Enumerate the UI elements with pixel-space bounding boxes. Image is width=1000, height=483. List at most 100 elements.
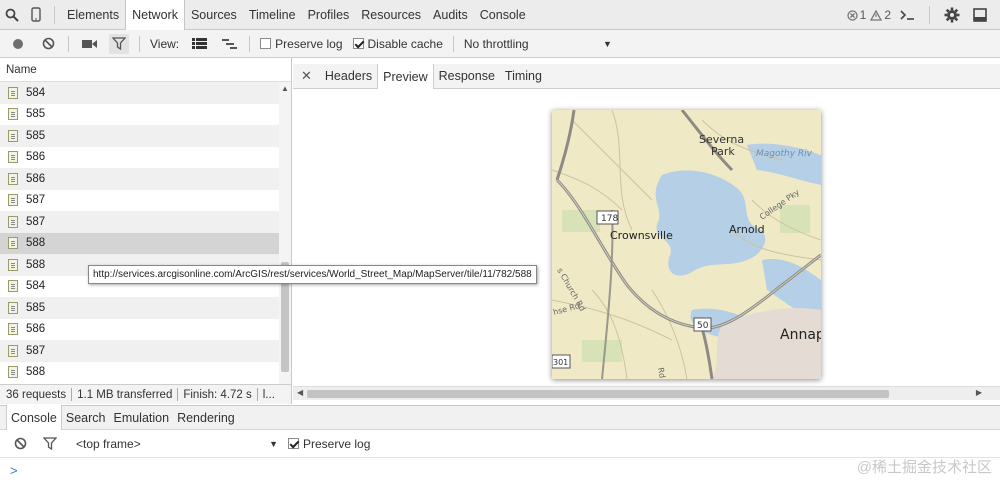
scrollbar-thumb[interactable]	[307, 390, 889, 398]
status-divider	[71, 388, 73, 401]
search-icon[interactable]	[0, 0, 24, 30]
status-divider	[177, 388, 179, 401]
tab-network[interactable]: Network	[125, 0, 185, 31]
top-right-controls: 1 2	[846, 0, 1000, 30]
preserve-log-label: Preserve log	[275, 36, 343, 51]
drawer-tab-emulation[interactable]: Emulation	[109, 405, 173, 430]
preserve-log-toggle[interactable]: Preserve log	[260, 36, 343, 51]
map-tile-preview: Severna Park Magothy Riv Crownsville Arn…	[552, 110, 821, 379]
image-file-icon	[8, 366, 18, 379]
tab-headers[interactable]: Headers	[320, 64, 377, 89]
map-tile-image: Severna Park Magothy Riv Crownsville Arn…	[552, 110, 821, 379]
close-icon[interactable]: ✕	[299, 68, 320, 84]
tab-profiles[interactable]: Profiles	[302, 0, 356, 30]
throttling-select[interactable]: No throttling ▼	[464, 37, 612, 51]
request-detail-tabs: ✕ Headers Preview Response Timing	[293, 63, 1000, 90]
frame-select[interactable]: <top frame> ▼	[76, 437, 278, 451]
prompt-chevron-icon: >	[10, 463, 18, 478]
request-name: 584	[26, 280, 46, 293]
toolbar-divider	[929, 6, 930, 24]
request-list-scrollbar[interactable]: ▲	[279, 82, 291, 384]
request-row[interactable]: 587	[0, 190, 291, 212]
overview-icon[interactable]	[219, 34, 239, 54]
request-row[interactable]: 586	[0, 147, 291, 169]
preview-horizontal-scrollbar[interactable]: ◀ ▶	[293, 386, 1000, 400]
large-rows-icon[interactable]	[189, 34, 209, 54]
dock-icon[interactable]	[968, 0, 992, 30]
status-divider	[256, 388, 258, 401]
error-counter[interactable]: 1	[846, 8, 867, 22]
console-drawer-icon[interactable]	[895, 0, 919, 30]
drawer-tab-search[interactable]: Search	[62, 405, 110, 430]
request-row[interactable]: 585	[0, 125, 291, 147]
map-label-rd-2: Rd	[656, 367, 667, 379]
request-name: 587	[26, 215, 46, 228]
route-label-178: 178	[601, 214, 618, 224]
request-rows: 584 585 585 586 586 587 587 588 588 584 585 586 587 5…	[0, 82, 291, 383]
record-icon[interactable]	[8, 34, 28, 54]
video-capture-icon[interactable]	[79, 34, 99, 54]
tab-elements[interactable]: Elements	[61, 0, 125, 30]
warning-counter[interactable]: 2	[870, 8, 891, 22]
request-row[interactable]: 585	[0, 297, 291, 319]
console-toolbar: <top frame> ▼ Preserve log	[0, 430, 1000, 458]
image-file-icon	[8, 344, 18, 357]
tab-timing[interactable]: Timing	[500, 64, 547, 89]
tab-response[interactable]: Response	[434, 64, 500, 89]
console-preserve-log-label: Preserve log	[303, 436, 371, 451]
disable-cache-label: Disable cache	[367, 36, 443, 51]
preserve-log-checkbox[interactable]	[260, 37, 272, 49]
drawer-tabs: Console Search Emulation Rendering	[0, 405, 1000, 431]
drawer-tab-console[interactable]: Console	[6, 405, 62, 431]
device-mode-icon[interactable]	[24, 0, 48, 30]
clear-icon[interactable]	[38, 34, 58, 54]
request-row[interactable]: 588	[0, 232, 291, 254]
image-file-icon	[8, 151, 18, 164]
toolbar-divider	[139, 35, 140, 52]
request-name: 588	[26, 258, 46, 271]
console-preserve-log-checkbox[interactable]	[288, 437, 299, 449]
clear-console-icon[interactable]	[10, 434, 30, 454]
toolbar-divider	[249, 35, 251, 52]
scroll-left-arrow-icon[interactable]: ◀	[297, 388, 303, 397]
name-column-header[interactable]: Name	[0, 58, 291, 82]
tab-audits[interactable]: Audits	[427, 0, 474, 30]
error-count: 1	[859, 8, 867, 22]
request-row[interactable]: 586	[0, 168, 291, 190]
request-list: Name 584 585 585 586 586 587 587 588 588 584 585 58…	[0, 58, 292, 384]
request-row[interactable]: 588	[0, 362, 291, 384]
scroll-right-arrow-icon[interactable]: ▶	[976, 388, 982, 397]
tab-timeline[interactable]: Timeline	[243, 0, 302, 30]
request-name: 585	[26, 108, 46, 121]
tab-resources[interactable]: Resources	[355, 0, 427, 30]
tab-sources[interactable]: Sources	[185, 0, 243, 30]
console-filter-icon[interactable]	[40, 434, 60, 454]
gear-icon[interactable]	[940, 0, 964, 30]
disable-cache-checkbox[interactable]	[352, 37, 364, 49]
request-name: 585	[26, 301, 46, 314]
warning-icon	[870, 9, 883, 21]
scroll-up-arrow-icon[interactable]: ▲	[281, 84, 289, 93]
throttling-value: No throttling	[463, 36, 529, 51]
map-label-magothy: Magothy Riv	[756, 149, 813, 159]
drawer-tab-rendering[interactable]: Rendering	[173, 405, 239, 430]
console-prompt[interactable]: >	[0, 458, 1000, 483]
toolbar-divider	[54, 5, 55, 24]
frame-select-value: <top frame>	[76, 436, 141, 451]
console-preserve-log-toggle[interactable]: Preserve log	[288, 437, 370, 451]
url-tooltip: http://services.arcgisonline.com/ArcGIS/…	[88, 265, 537, 284]
image-file-icon	[8, 215, 18, 228]
devtools-main-toolbar: Elements Network Sources Timeline Profil…	[0, 0, 1000, 31]
tab-preview[interactable]: Preview	[377, 63, 434, 90]
request-name: 588	[26, 237, 46, 250]
tab-console[interactable]: Console	[474, 0, 532, 30]
request-row[interactable]: 585	[0, 104, 291, 126]
request-row[interactable]: 587	[0, 340, 291, 362]
network-toolbar: View: Preserve log Disable cache No thro…	[0, 30, 1000, 58]
disable-cache-toggle[interactable]: Disable cache	[352, 36, 443, 51]
filter-icon[interactable]	[109, 33, 129, 54]
request-row[interactable]: 584	[0, 82, 291, 104]
watermark: @稀土掘金技术社区	[856, 459, 992, 476]
request-row[interactable]: 586	[0, 319, 291, 341]
request-row[interactable]: 587	[0, 211, 291, 233]
